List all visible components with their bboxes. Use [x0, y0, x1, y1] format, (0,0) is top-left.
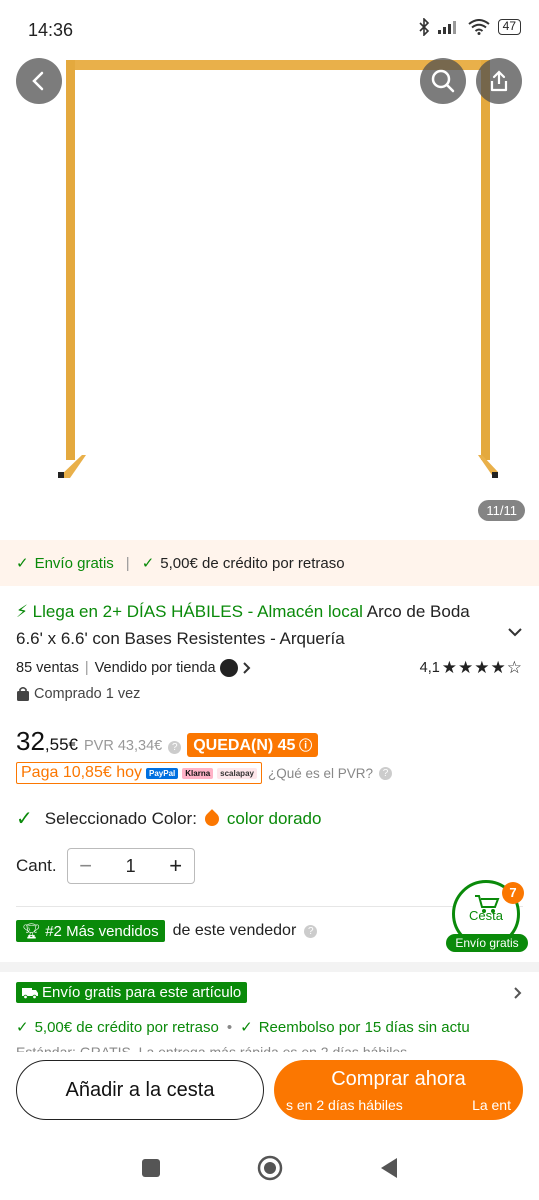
buy-now-subtext-2: La ent	[472, 1097, 511, 1113]
info-icon[interactable]: ?	[379, 766, 393, 780]
home-button[interactable]	[257, 1155, 283, 1181]
info-icon[interactable]: ?	[304, 924, 318, 938]
chevron-right-icon[interactable]	[513, 986, 523, 1000]
credit-text: 5,00€ de crédito por retraso	[160, 554, 345, 572]
cart-free-shipping: Envío gratis	[446, 934, 528, 952]
best-seller-text: #2 Más vendidos	[45, 923, 159, 940]
quantity-row: Cant. − 1 +	[16, 848, 195, 884]
paypal-logo: PayPal	[146, 767, 179, 779]
price: 32,55€	[16, 726, 78, 757]
check-icon: ✓	[141, 555, 155, 572]
remaining-badge: QUEDA(N) 45 ⓘ	[187, 733, 319, 757]
product-meta-row: 85 ventas | Vendido por tienda 4,1 ★★★★☆	[16, 658, 523, 678]
color-label: Seleccionado Color:	[44, 808, 197, 828]
credit-guarantee: 5,00€ de crédito por retraso	[34, 1019, 219, 1036]
back-nav-button[interactable]	[379, 1157, 399, 1179]
share-icon	[490, 70, 508, 92]
refund-guarantee: Reembolso por 15 días sin actu	[258, 1019, 470, 1036]
klarna-logo: Klarna	[182, 767, 214, 779]
pay-row: Paga 10,85€ hoy PayPal Klarna scalapay ¿…	[16, 762, 393, 784]
purchased-info: Comprado 1 vez	[16, 686, 140, 702]
bluetooth-icon	[419, 18, 429, 36]
back-button[interactable]	[16, 58, 62, 104]
image-counter: 11/11	[478, 500, 525, 521]
section-separator	[0, 962, 539, 972]
check-icon: ✓	[16, 808, 33, 830]
search-button[interactable]	[420, 58, 466, 104]
rating[interactable]: 4,1 ★★★★☆	[420, 658, 523, 678]
status-icons: 47	[418, 18, 521, 36]
best-seller-row[interactable]: 🏆︎ #2 Más vendidos de este vendedor ?	[16, 920, 318, 942]
add-to-cart-button[interactable]: Añadir a la cesta	[16, 1060, 264, 1120]
color-value: color dorado	[226, 808, 322, 828]
check-icon: ✓	[240, 1019, 253, 1036]
signal-icon	[437, 21, 456, 34]
buy-now-subtext: s en 2 días hábiles	[286, 1097, 403, 1113]
back-arrow-icon	[32, 71, 44, 91]
sold-by[interactable]: Vendido por tienda	[95, 660, 216, 676]
check-icon: ✓	[16, 555, 29, 572]
truck-icon	[22, 987, 38, 999]
color-selection[interactable]: ✓ Seleccionado Color: color dorado	[16, 806, 321, 831]
scalapay-logo: scalapay	[217, 767, 257, 779]
best-seller-context: de este vendedor	[172, 922, 297, 939]
battery-indicator: 47	[497, 19, 521, 35]
free-shipping-badge-text: Envío gratis para este artículo	[42, 984, 242, 1001]
pay-today-badge[interactable]: Paga 10,85€ hoy PayPal Klarna scalapay	[16, 762, 262, 784]
pvr-question-link[interactable]: ¿Qué es el PVR?	[268, 766, 373, 781]
increase-button[interactable]: +	[158, 849, 194, 883]
share-button[interactable]	[476, 58, 522, 104]
wifi-icon	[468, 19, 490, 35]
product-image	[58, 60, 498, 478]
free-shipping-row[interactable]: Envío gratis para este artículo	[16, 982, 523, 1003]
lightning-icon: ⚡	[16, 602, 28, 621]
separator: |	[84, 660, 89, 676]
pvr-price: PVR 43,34€	[84, 738, 163, 754]
free-shipping-text: Envío gratis	[34, 554, 114, 572]
product-image-gallery[interactable]: 11/11	[0, 0, 539, 532]
search-icon	[431, 69, 455, 93]
check-icon: ✓	[16, 1019, 29, 1036]
status-bar: 14:36 47	[0, 0, 539, 60]
quantity-label: Cant.	[16, 856, 57, 875]
best-seller-badge: 🏆︎ #2 Más vendidos	[16, 920, 165, 942]
trophy-icon: 🏆︎	[22, 923, 42, 940]
rating-value: 4,1	[419, 660, 440, 676]
info-icon: ⓘ	[295, 738, 313, 753]
guarantee-row: ✓ 5,00€ de crédito por retraso • ✓ Reembolso…	[16, 1018, 539, 1036]
store-avatar[interactable]	[219, 659, 238, 677]
bottom-action-bar: Añadir a la cesta Comprar ahora s en 2 d…	[0, 1052, 539, 1136]
pay-today-text: Paga 10,85€ hoy	[21, 764, 142, 781]
chevron-right-icon[interactable]	[242, 661, 252, 675]
price-integer: 32	[16, 726, 45, 756]
cart-label: Cesta	[469, 908, 503, 923]
price-decimal: ,55€	[44, 735, 79, 754]
product-title[interactable]: ⚡ Llega en 2+ DÍAS HÁBILES - Almacén loc…	[16, 598, 486, 652]
cart-count-badge: 7	[502, 882, 524, 904]
cart-button[interactable]: Cesta 7 Envío gratis	[446, 880, 528, 954]
remaining-text: QUEDA(N) 45	[193, 737, 296, 754]
price-row: 32,55€ PVR 43,34€ ? QUEDA(N) 45 ⓘ	[16, 726, 319, 757]
decrease-button[interactable]: −	[68, 849, 104, 883]
quantity-stepper[interactable]: − 1 +	[66, 848, 195, 884]
chevron-down-icon[interactable]	[507, 626, 523, 638]
sales-count: 85 ventas	[16, 660, 79, 676]
separator: |	[125, 554, 130, 572]
status-time: 14:36	[28, 20, 74, 40]
purchased-text: Comprado 1 vez	[34, 686, 141, 702]
recents-button[interactable]	[141, 1158, 161, 1178]
quantity-value[interactable]: 1	[104, 856, 158, 877]
delivery-highlight: Llega en 2+ DÍAS HÁBILES - Almacén local	[32, 602, 363, 621]
buy-now-label: Comprar ahora	[331, 1068, 466, 1090]
info-icon[interactable]: ?	[168, 741, 182, 754]
shipping-benefits-strip: ✓ Envío gratis | ✓ 5,00€ de crédito por …	[0, 540, 539, 586]
dot-separator: •	[226, 1019, 233, 1036]
buy-now-button[interactable]: Comprar ahora s en 2 días hábiles La ent	[274, 1060, 523, 1120]
bag-icon	[17, 686, 29, 701]
system-nav-bar	[0, 1136, 539, 1200]
flame-icon	[202, 808, 222, 829]
star-icons: ★★★★☆	[441, 658, 523, 677]
free-shipping-badge: Envío gratis para este artículo	[16, 982, 248, 1003]
